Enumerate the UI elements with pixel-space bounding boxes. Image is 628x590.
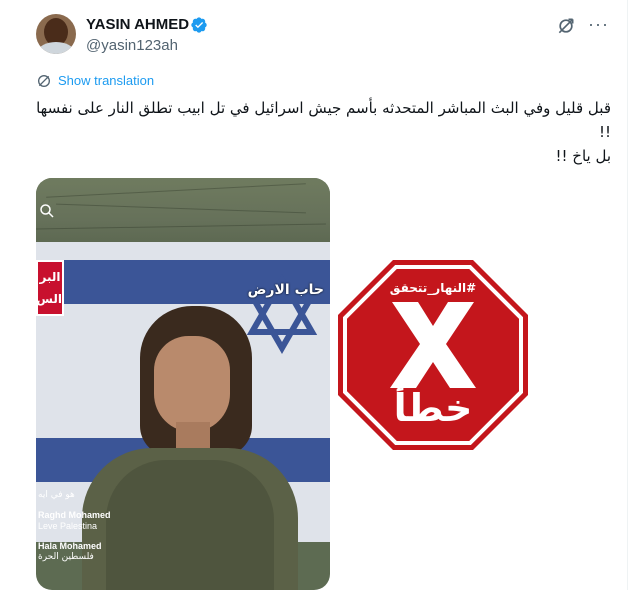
author-display-name[interactable]: YASIN AHMED (86, 16, 189, 34)
more-options-icon[interactable]: ··· (588, 15, 612, 37)
show-translation-link[interactable]: Show translation (58, 73, 154, 89)
person-face (154, 336, 230, 432)
tweet-card: YASIN AHMED @yasin123ah ··· Show transla… (0, 0, 628, 590)
live-comment: هو في ايه (38, 490, 75, 500)
tent-ceiling (36, 178, 330, 248)
live-comments: هو في ايه Raghd Mohamed Leve Palestina H… (38, 490, 158, 572)
fact-check-tag: #النهار_تتحقق (389, 281, 477, 295)
tweet-text: قبل قليل وفي البث المباشر المتحدثه بأسم … (31, 96, 611, 168)
live-comment: فلسطين الحرة (38, 552, 94, 562)
author-avatar[interactable] (36, 14, 76, 54)
show-translation-row[interactable]: Show translation (36, 72, 154, 90)
fact-check-verdict: خطأ (393, 386, 473, 430)
video-overlay-caption: حاب الارض (247, 282, 324, 298)
translate-icon (38, 75, 50, 87)
search-icon (40, 204, 54, 218)
verified-badge-icon[interactable] (190, 16, 208, 34)
tweet-text-line: قبل قليل وفي البث المباشر المتحدثه بأسم … (36, 99, 611, 141)
grok-icon[interactable] (556, 16, 576, 36)
author-handle[interactable]: @yasin123ah (86, 37, 178, 55)
live-comment: Hala Mohamed (38, 541, 102, 551)
tweet-text-line: بل ياخ !! (555, 147, 611, 165)
live-comment: Raghd Mohamed (38, 510, 111, 520)
tweet-media[interactable]: حاب الارض البر الس هو في ايه Raghd Moham… (36, 178, 330, 590)
live-comment: Leve Palestina (38, 521, 98, 531)
channel-logo-text: البر الس (36, 270, 62, 306)
